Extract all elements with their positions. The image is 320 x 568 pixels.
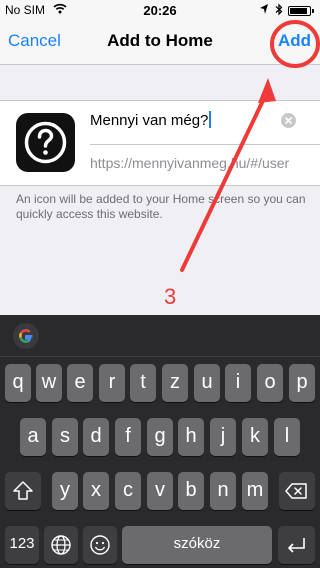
return-key[interactable] — [278, 526, 315, 564]
shift-icon — [13, 481, 33, 500]
key-a[interactable]: a — [20, 418, 46, 456]
annotation-arrowhead — [258, 78, 276, 103]
annotation-step-number: 3 — [164, 284, 177, 309]
backspace-icon — [285, 483, 307, 499]
key-h[interactable]: h — [178, 418, 204, 456]
annotation-circle — [270, 20, 320, 68]
key-o[interactable]: o — [257, 364, 283, 402]
key-x[interactable]: x — [83, 472, 109, 510]
key-f[interactable]: f — [115, 418, 141, 456]
smiley-icon — [90, 535, 110, 555]
space-key[interactable]: szóköz — [122, 526, 272, 564]
annotation-line — [180, 88, 270, 272]
globe-key[interactable] — [44, 526, 78, 564]
key-c[interactable]: c — [115, 472, 141, 510]
key-l[interactable]: l — [274, 418, 300, 456]
key-j[interactable]: j — [210, 418, 236, 456]
key-n[interactable]: n — [210, 472, 236, 510]
emoji-key[interactable] — [83, 526, 117, 564]
key-s[interactable]: s — [52, 418, 78, 456]
key-q[interactable]: q — [5, 364, 31, 402]
key-v[interactable]: v — [147, 472, 173, 510]
shift-key[interactable] — [5, 472, 41, 510]
globe-icon — [51, 535, 71, 555]
key-y[interactable]: y — [52, 472, 78, 510]
key-k[interactable]: k — [242, 418, 268, 456]
key-z[interactable]: z — [162, 364, 188, 402]
keyboard: q w e r t z u i o p a s d f g h j k l y … — [0, 315, 320, 568]
keyboard-toolbar — [0, 315, 320, 357]
key-b[interactable]: b — [178, 472, 204, 510]
key-u[interactable]: u — [194, 364, 220, 402]
key-t[interactable]: t — [130, 364, 156, 402]
key-p[interactable]: p — [289, 364, 315, 402]
numbers-key[interactable]: 123 — [5, 526, 39, 564]
key-g[interactable]: g — [147, 418, 173, 456]
key-d[interactable]: d — [83, 418, 109, 456]
key-e[interactable]: e — [67, 364, 93, 402]
key-i[interactable]: i — [225, 364, 251, 402]
return-icon — [288, 538, 305, 553]
key-m[interactable]: m — [242, 472, 268, 510]
backspace-key[interactable] — [279, 472, 315, 510]
key-r[interactable]: r — [99, 364, 125, 402]
key-w[interactable]: w — [36, 364, 62, 402]
google-icon[interactable] — [13, 323, 39, 349]
